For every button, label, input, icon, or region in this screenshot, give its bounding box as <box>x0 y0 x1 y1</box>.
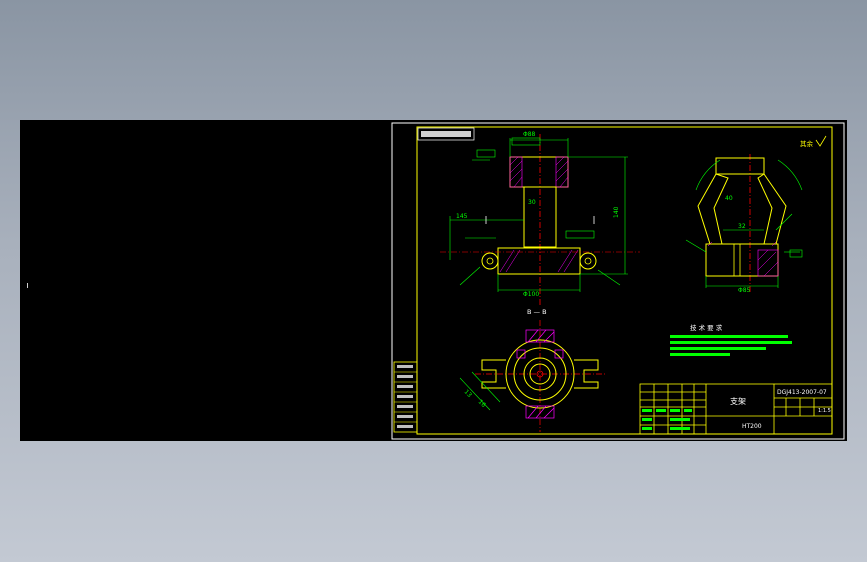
side-top-boss <box>715 157 765 175</box>
svg-text:其余: 其余 <box>800 139 814 148</box>
dim-height: 140 <box>613 206 620 218</box>
inner-border <box>416 126 833 435</box>
part-name: 支架 <box>730 396 746 406</box>
left-arm <box>697 173 729 245</box>
dim-top-width: Φ88 <box>523 131 536 138</box>
drawing-sheet: Φ88 Φ100 140 30 145 Φ85 32 40 其余 B — B 1… <box>391 122 845 440</box>
section-label: B — B <box>527 308 547 316</box>
side-stamp-block <box>393 361 418 433</box>
dim-offset: 145 <box>456 213 468 220</box>
top-left-code-box <box>417 127 475 141</box>
dim-plan-2: 16 <box>477 398 487 408</box>
dim-stem: 30 <box>528 199 536 206</box>
roughness-note: 其余 <box>800 135 827 148</box>
front-view: Φ88 Φ100 140 30 145 <box>440 131 640 305</box>
dim-side-base: Φ85 <box>738 287 751 294</box>
technical-requirements: 技 术 要 求 <box>670 323 792 356</box>
tech-req-title: 技 术 要 求 <box>690 323 723 332</box>
cad-viewport[interactable]: Φ88 Φ100 140 30 145 Φ85 32 40 其余 B — B 1… <box>20 120 847 441</box>
side-view: Φ85 32 40 其余 <box>685 135 827 294</box>
section-b-b: B — B 13 16 <box>459 308 605 432</box>
scale: 1:1.5 <box>818 408 831 414</box>
right-lug <box>579 252 597 270</box>
dim-side-arm: 40 <box>725 195 733 202</box>
left-lug <box>481 252 499 270</box>
dim-side-gap: 32 <box>738 223 746 230</box>
drawing-number: DGJ413-2007-07 <box>777 389 827 396</box>
material: HT200 <box>742 423 762 430</box>
side-base <box>705 243 779 277</box>
right-arm <box>757 173 787 245</box>
dim-base-width: Φ100 <box>523 291 539 298</box>
